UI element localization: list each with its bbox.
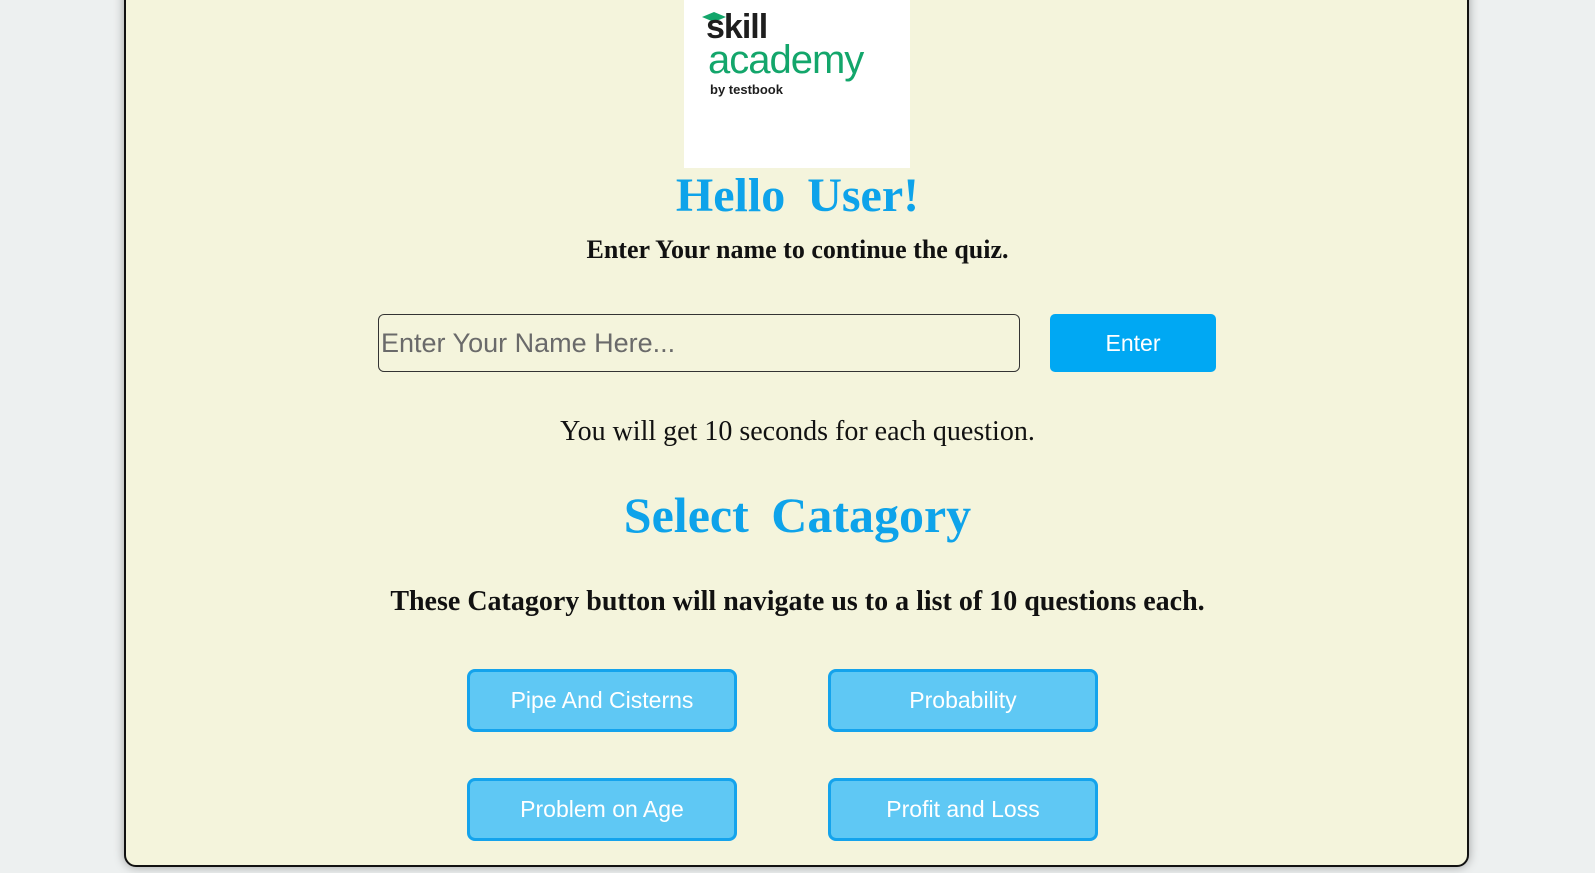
category-section-title: Select Catagory <box>623 487 972 543</box>
logo-academy-text: academy <box>708 38 864 82</box>
category-description: These Catagory button will navigate us t… <box>390 586 1205 617</box>
greeting-title: Hello User! <box>675 169 920 222</box>
enter-button[interactable]: Enter <box>1050 314 1216 372</box>
greeting-subtitle: Enter Your name to continue the quiz. <box>586 235 1009 264</box>
skill-academy-logo: skill academy by testbook <box>684 0 910 168</box>
logo-byline: by testbook <box>710 82 783 97</box>
category-button-pipe-and-cisterns[interactable]: Pipe And Cisterns <box>467 669 737 732</box>
category-button-profit-and-loss[interactable]: Profit and Loss <box>828 778 1098 841</box>
name-input[interactable] <box>378 314 1020 372</box>
category-button-problem-on-age[interactable]: Problem on Age <box>467 778 737 841</box>
timer-note: You will get 10 seconds for each questio… <box>560 416 1035 447</box>
category-button-probability[interactable]: Probability <box>828 669 1098 732</box>
